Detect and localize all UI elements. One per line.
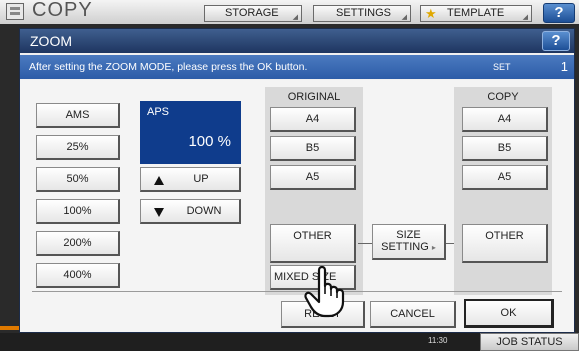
- chevron-icon: ◢: [292, 14, 298, 21]
- job-status-button[interactable]: JOB STATUS: [480, 333, 579, 351]
- zoom-50-button[interactable]: 50%: [36, 167, 120, 192]
- tab-template-label: TEMPLATE: [447, 7, 505, 19]
- app-title: COPY: [32, 0, 93, 21]
- original-a5-button[interactable]: A5: [270, 165, 356, 190]
- dialog-title-bar: ZOOM ?: [20, 29, 574, 53]
- original-other-button[interactable]: OTHER: [270, 224, 356, 263]
- clock: 11:30: [428, 336, 448, 345]
- chevron-right-icon: ▸: [431, 243, 436, 252]
- zoom-up-button[interactable]: UP: [140, 167, 241, 192]
- copy-other-button[interactable]: OTHER: [462, 224, 548, 263]
- copy-b5-button[interactable]: B5: [462, 136, 548, 161]
- chevron-icon: ◢: [401, 14, 407, 21]
- cancel-button[interactable]: CANCEL: [370, 301, 456, 328]
- size-setting-line1: SIZE: [396, 229, 421, 241]
- hand-cursor-icon: [304, 265, 345, 318]
- zoom-100-button[interactable]: 100%: [36, 199, 120, 224]
- dialog-content: AMS 25% 50% 100% 200% 400% APS 100 % UP …: [20, 80, 574, 332]
- help-button[interactable]: ?: [543, 3, 575, 23]
- divider: [32, 291, 562, 292]
- star-icon: ★: [425, 6, 437, 21]
- size-setting-button[interactable]: SIZE SETTING ▸: [372, 224, 446, 260]
- size-setting-line2: SETTING ▸: [381, 241, 436, 253]
- chevron-icon: ◢: [522, 14, 528, 21]
- zoom-down-button[interactable]: DOWN: [140, 199, 241, 224]
- zoom-25-button[interactable]: 25%: [36, 135, 120, 160]
- copy-a4-button[interactable]: A4: [462, 107, 548, 132]
- set-label: SET: [493, 62, 511, 72]
- zoom-200-button[interactable]: 200%: [36, 231, 120, 256]
- zoom-400-button[interactable]: 400%: [36, 263, 120, 288]
- copy-a5-button[interactable]: A5: [462, 165, 548, 190]
- tab-storage-label: STORAGE: [225, 7, 279, 19]
- aps-display: APS 100 %: [140, 101, 241, 164]
- tab-settings[interactable]: SETTINGS ◢: [313, 5, 411, 22]
- tab-storage[interactable]: STORAGE ◢: [204, 5, 302, 22]
- zoom-down-label: DOWN: [186, 205, 222, 217]
- set-count: 1: [560, 59, 568, 74]
- orange-indicator: [0, 326, 19, 330]
- zoom-value: 100 %: [188, 133, 231, 150]
- zoom-dialog: ZOOM ? After setting the ZOOM MODE, plea…: [19, 28, 575, 333]
- instruction-message: After setting the ZOOM MODE, please pres…: [29, 61, 308, 73]
- connector-line: [358, 243, 372, 244]
- dialog-title: ZOOM: [30, 33, 72, 49]
- tab-settings-label: SETTINGS: [336, 7, 392, 19]
- top-bar: COPY STORAGE ◢ SETTINGS ◢ ★ TEMPLATE ◢ ?: [0, 0, 579, 24]
- tab-template[interactable]: ★ TEMPLATE ◢: [420, 5, 532, 22]
- original-b5-button[interactable]: B5: [270, 136, 356, 161]
- zoom-up-label: UP: [193, 173, 209, 185]
- message-bar: After setting the ZOOM MODE, please pres…: [20, 55, 574, 79]
- copy-app-icon: [6, 3, 24, 20]
- zoom-ams-button[interactable]: AMS: [36, 103, 120, 128]
- down-arrow-icon: [154, 208, 164, 217]
- ok-button[interactable]: OK: [464, 299, 554, 328]
- help-icon[interactable]: ?: [542, 31, 570, 51]
- aps-label: APS: [147, 106, 170, 118]
- original-a4-button[interactable]: A4: [270, 107, 356, 132]
- copy-label: COPY: [487, 91, 519, 103]
- original-label: ORIGINAL: [287, 91, 341, 103]
- up-arrow-icon: [154, 176, 164, 185]
